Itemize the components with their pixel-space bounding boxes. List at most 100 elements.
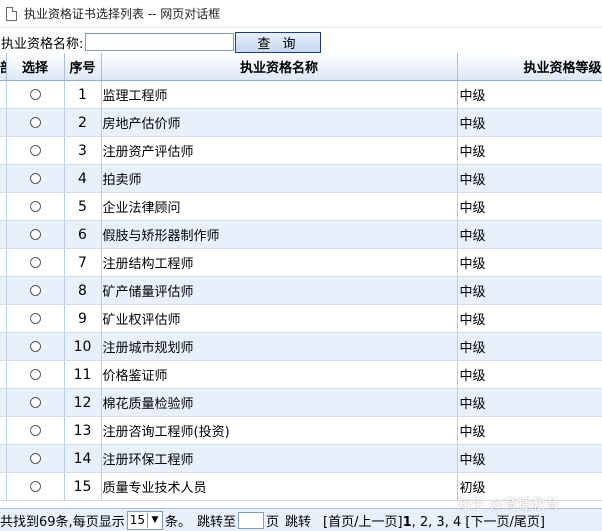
certificate-table: 部 选择 序号 执业资格名称 执业资格等级 1监理工程师中级2房地产估价师中级3… bbox=[0, 53, 602, 501]
table-row[interactable]: 1 监理工程师 中级 bbox=[0, 80, 602, 109]
row-select-cell[interactable] bbox=[6, 164, 65, 193]
row-level: 中级 bbox=[457, 444, 602, 473]
radio-button[interactable] bbox=[29, 369, 41, 380]
row-select-cell[interactable] bbox=[6, 248, 65, 277]
row-select-cell[interactable] bbox=[6, 136, 65, 165]
radio-button[interactable] bbox=[29, 89, 41, 100]
window-title: 执业资格证书选择列表 -- 网页对话框 bbox=[24, 7, 221, 21]
row-seq: 2 bbox=[64, 108, 102, 137]
window-titlebar: 执业资格证书选择列表 -- 网页对话框 bbox=[0, 0, 602, 28]
row-seq: 9 bbox=[64, 304, 102, 333]
row-level: 中级 bbox=[457, 332, 602, 361]
per-page-suffix: 条。 bbox=[164, 514, 191, 530]
row-seq: 7 bbox=[64, 248, 102, 277]
per-page-label: 每页显示 bbox=[72, 514, 125, 530]
header-level: 执业资格等级 bbox=[457, 53, 602, 81]
first-prev-links[interactable]: [首页/上一页] bbox=[323, 515, 403, 530]
row-seq: 11 bbox=[64, 360, 102, 389]
row-select-cell[interactable] bbox=[6, 388, 65, 417]
row-select-cell[interactable] bbox=[6, 192, 65, 221]
table-row[interactable]: 5 企业法律顾问 中级 bbox=[0, 192, 602, 221]
row-name: 矿业权评估师 bbox=[101, 304, 458, 333]
radio-button[interactable] bbox=[29, 341, 41, 352]
table-row[interactable]: 12 棉花质量检验师 中级 bbox=[0, 388, 602, 417]
row-seq: 12 bbox=[64, 388, 102, 417]
row-level: 初级 bbox=[457, 472, 602, 501]
row-level: 中级 bbox=[457, 304, 602, 333]
document-icon bbox=[6, 6, 17, 21]
row-seq: 1 bbox=[64, 80, 102, 109]
row-select-cell[interactable] bbox=[6, 472, 65, 501]
row-seq: 8 bbox=[64, 276, 102, 305]
table-row[interactable]: 2 房地产估价师 中级 bbox=[0, 108, 602, 137]
table-row[interactable]: 8 矿产储量评估师 中级 bbox=[0, 276, 602, 305]
next-last-links[interactable]: [下一页/尾页] bbox=[465, 515, 545, 530]
per-page-value: 15 bbox=[129, 513, 145, 527]
jump-button[interactable]: 跳转 bbox=[285, 511, 311, 530]
row-select-cell[interactable] bbox=[6, 360, 65, 389]
radio-button[interactable] bbox=[29, 117, 41, 128]
row-seq: 4 bbox=[64, 164, 102, 193]
row-name: 价格鉴证师 bbox=[101, 360, 458, 389]
table-row[interactable]: 3 注册资产评估师 中级 bbox=[0, 136, 602, 165]
radio-button[interactable] bbox=[29, 397, 41, 408]
row-select-cell[interactable] bbox=[6, 80, 65, 109]
radio-button[interactable] bbox=[29, 313, 41, 324]
row-select-cell[interactable] bbox=[6, 416, 65, 445]
row-name: 矿产储量评估师 bbox=[101, 276, 458, 305]
row-level: 中级 bbox=[457, 276, 602, 305]
radio-button[interactable] bbox=[29, 453, 41, 464]
table-row[interactable]: 10 注册城市规划师 中级 bbox=[0, 332, 602, 361]
row-name: 注册环保工程师 bbox=[101, 444, 458, 473]
row-select-cell[interactable] bbox=[6, 220, 65, 249]
page-number-links[interactable]: , 2, 3, 4 bbox=[412, 515, 462, 530]
radio-button[interactable] bbox=[29, 425, 41, 436]
row-seq: 10 bbox=[64, 332, 102, 361]
radio-button[interactable] bbox=[29, 201, 41, 212]
search-input[interactable] bbox=[85, 33, 235, 51]
table-row[interactable]: 14 注册环保工程师 中级 bbox=[0, 444, 602, 473]
radio-button[interactable] bbox=[29, 481, 41, 492]
row-name: 注册城市规划师 bbox=[101, 332, 458, 361]
table-row[interactable]: 4 拍卖师 中级 bbox=[0, 164, 602, 193]
table-row[interactable]: 15 质量专业技术人员 初级 bbox=[0, 472, 602, 501]
row-select-cell[interactable] bbox=[6, 304, 65, 333]
row-level: 中级 bbox=[457, 248, 602, 277]
table-row[interactable]: 9 矿业权评估师 中级 bbox=[0, 304, 602, 333]
radio-button[interactable] bbox=[29, 257, 41, 268]
search-button[interactable]: 查 询 bbox=[235, 31, 322, 53]
row-name: 质量专业技术人员 bbox=[101, 472, 458, 501]
current-page: 1 bbox=[402, 514, 412, 530]
header-name: 执业资格名称 bbox=[101, 53, 458, 81]
radio-button[interactable] bbox=[29, 173, 41, 184]
row-select-cell[interactable] bbox=[6, 332, 65, 361]
row-select-cell[interactable] bbox=[6, 108, 65, 137]
row-name: 房地产估价师 bbox=[101, 108, 458, 137]
row-name: 企业法律顾问 bbox=[101, 192, 458, 221]
row-level: 中级 bbox=[457, 416, 602, 445]
row-select-cell[interactable] bbox=[6, 444, 65, 473]
table-row[interactable]: 13 注册咨询工程师(投资) 中级 bbox=[0, 416, 602, 445]
header-select: 选择 bbox=[6, 53, 65, 81]
row-name: 注册资产评估师 bbox=[101, 136, 458, 165]
row-level: 中级 bbox=[457, 360, 602, 389]
row-name: 假肢与矫形器制作师 bbox=[101, 220, 458, 249]
row-level: 中级 bbox=[457, 136, 602, 165]
table-row[interactable]: 11 价格鉴证师 中级 bbox=[0, 360, 602, 389]
row-seq: 6 bbox=[64, 220, 102, 249]
chevron-down-icon[interactable]: ▼ bbox=[146, 512, 162, 528]
radio-button[interactable] bbox=[29, 229, 41, 240]
radio-button[interactable] bbox=[29, 285, 41, 296]
row-select-cell[interactable] bbox=[6, 276, 65, 305]
radio-button[interactable] bbox=[29, 145, 41, 156]
row-name: 监理工程师 bbox=[101, 80, 458, 109]
row-level: 中级 bbox=[457, 192, 602, 221]
table-row[interactable]: 6 假肢与矫形器制作师 中级 bbox=[0, 220, 602, 249]
jump-page-input[interactable] bbox=[238, 511, 265, 529]
jump-label: 跳转至 bbox=[197, 514, 237, 530]
per-page-select[interactable]: 15 ▼ bbox=[126, 510, 163, 530]
row-level: 中级 bbox=[457, 388, 602, 417]
row-name: 注册结构工程师 bbox=[101, 248, 458, 277]
page-links: [首页/上一页]1, 2, 3, 4 [下一页/尾页] bbox=[323, 511, 545, 530]
table-row[interactable]: 7 注册结构工程师 中级 bbox=[0, 248, 602, 277]
